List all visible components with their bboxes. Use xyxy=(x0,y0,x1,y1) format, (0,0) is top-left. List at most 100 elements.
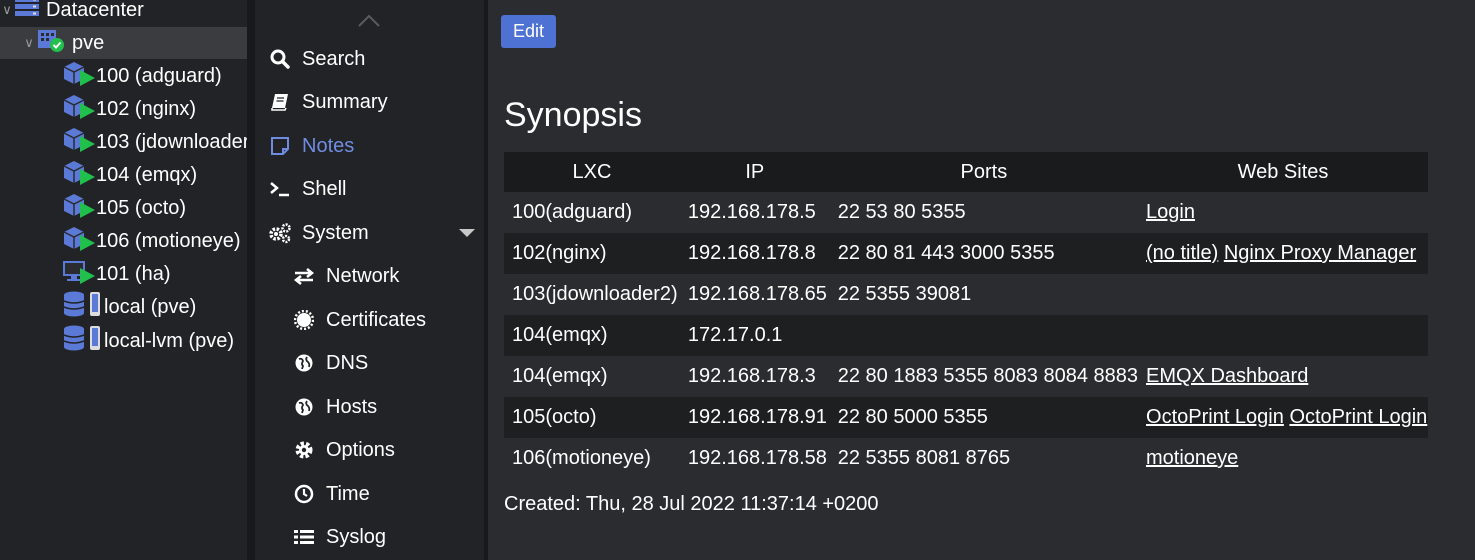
nav-label: Options xyxy=(326,438,395,461)
caret-down-icon[interactable] xyxy=(459,229,475,237)
nav-item-summary[interactable]: Summary xyxy=(255,84,497,120)
tree-item-guest[interactable]: 102 (nginx) xyxy=(0,93,247,125)
tree-label: 102 (nginx) xyxy=(96,97,197,120)
cell-ip: 192.168.178.5 xyxy=(679,192,830,233)
nav-label: Certificates xyxy=(326,308,427,331)
nav-item-system[interactable]: System xyxy=(255,215,497,251)
cell-web-sites xyxy=(1138,315,1428,356)
lxc-running-icon xyxy=(62,93,96,125)
web-site-link[interactable]: motioneye xyxy=(1146,447,1238,469)
tree-item-guest[interactable]: 101 (ha) xyxy=(0,258,247,290)
tree-item-storage[interactable]: local (pve) xyxy=(0,291,247,323)
chevron-down-icon[interactable]: ∨ xyxy=(22,35,36,51)
cell-ports xyxy=(829,315,1139,356)
table-row: 104(emqx) 192.168.178.3 22 80 1883 5355 … xyxy=(504,356,1428,397)
cell-ip: 172.17.0.1 xyxy=(679,315,830,356)
tree-item-guest[interactable]: 104 (emqx) xyxy=(0,159,247,191)
column-header-web-sites: Web Sites xyxy=(1138,152,1428,192)
cell-web-sites xyxy=(1138,274,1428,315)
tree-label: 100 (adguard) xyxy=(96,64,222,87)
column-header-lxc: LXC xyxy=(504,152,680,192)
cell-lxc: 104(emqx) xyxy=(504,315,680,356)
lxc-running-icon xyxy=(62,159,96,191)
table-row: 106(motioneye) 192.168.178.58 22 5355 80… xyxy=(504,438,1428,479)
web-site-link[interactable]: Nginx Proxy Manager xyxy=(1224,242,1416,264)
list-icon xyxy=(292,528,316,546)
lxc-running-icon xyxy=(62,192,96,224)
cell-lxc: 105(octo) xyxy=(504,397,680,438)
resource-tree: ∨ Datacenter ∨ pve 100 (adguard) 102 (ng… xyxy=(0,0,247,560)
nav-item-certificates[interactable]: Certificates xyxy=(255,302,521,338)
web-site-link[interactable]: Login xyxy=(1146,201,1195,223)
cell-ports: 22 80 81 443 3000 5355 xyxy=(829,233,1139,274)
cell-ports: 22 5355 39081 xyxy=(829,274,1139,315)
cell-ip: 192.168.178.65 xyxy=(679,274,830,315)
tree-item-guest[interactable]: 100 (adguard) xyxy=(0,60,247,92)
column-header-ports: Ports xyxy=(829,152,1139,192)
notes-content: Edit Synopsis LXC IP Ports Web Sites 100… xyxy=(488,0,1475,560)
nav-item-search[interactable]: Search xyxy=(255,41,497,77)
web-site-link[interactable]: OctoPrint Login xyxy=(1146,406,1284,428)
web-site-link[interactable]: EMQX Dashboard xyxy=(1146,365,1308,387)
nav-item-syslog[interactable]: Syslog xyxy=(255,519,521,555)
nav-item-notes[interactable]: Notes xyxy=(255,128,497,164)
cell-web-sites: (no title) Nginx Proxy Manager xyxy=(1138,233,1428,274)
nav-label: Search xyxy=(302,47,366,70)
nav-item-hosts[interactable]: Hosts xyxy=(255,389,521,425)
tree-label: local-lvm (pve) xyxy=(104,329,235,352)
note-icon xyxy=(268,136,292,156)
nav-item-network[interactable]: Network xyxy=(255,258,521,294)
scroll-up-icon[interactable] xyxy=(357,12,381,28)
table-header-row: LXC IP Ports Web Sites xyxy=(504,152,1428,192)
tree-item-guest[interactable]: 103 (jdownloader2) xyxy=(0,126,247,158)
edit-button[interactable]: Edit xyxy=(501,15,556,48)
tree-item-storage[interactable]: local-lvm (pve) xyxy=(0,325,247,357)
nav-label: Notes xyxy=(302,134,355,157)
tree-item-node-pve[interactable]: ∨ pve xyxy=(0,27,247,59)
tree-label: 103 (jdownloader2) xyxy=(96,130,247,153)
node-online-icon xyxy=(36,27,66,59)
nav-label: Summary xyxy=(302,90,388,113)
tree-label: 105 (octo) xyxy=(96,196,187,219)
nav-item-shell[interactable]: Shell xyxy=(255,171,497,207)
certificate-icon xyxy=(292,310,316,330)
cell-lxc: 106(motioneye) xyxy=(504,438,680,479)
nav-label: Hosts xyxy=(326,395,378,418)
nav-label: System xyxy=(302,221,369,244)
web-site-link[interactable]: OctoPrint Login xyxy=(1289,406,1427,428)
notes-heading: Synopsis xyxy=(504,96,642,134)
lxc-running-icon xyxy=(62,126,96,158)
nav-label: Network xyxy=(326,264,400,287)
tree-item-datacenter[interactable]: ∨ Datacenter xyxy=(0,0,247,26)
lxc-running-icon xyxy=(62,60,96,92)
nav-item-options[interactable]: Options xyxy=(255,432,521,468)
tree-item-guest[interactable]: 105 (octo) xyxy=(0,192,247,224)
book-icon xyxy=(268,92,292,112)
search-icon xyxy=(268,49,292,69)
nav-item-time[interactable]: Time xyxy=(255,476,521,512)
tree-label: 101 (ha) xyxy=(96,262,171,285)
nav-item-dns[interactable]: DNS xyxy=(255,345,521,381)
cell-ip: 192.168.178.3 xyxy=(679,356,830,397)
table-row: 102(nginx) 192.168.178.8 22 80 81 443 30… xyxy=(504,233,1428,274)
cell-lxc: 104(emqx) xyxy=(504,356,680,397)
chevron-down-icon[interactable]: ∨ xyxy=(0,2,14,18)
splitter[interactable] xyxy=(247,0,255,560)
gear-icon xyxy=(292,440,316,460)
table-row: 103(jdownloader2) 192.168.178.65 22 5355… xyxy=(504,274,1428,315)
cell-ports: 22 53 80 5355 xyxy=(829,192,1139,233)
cell-ip: 192.168.178.8 xyxy=(679,233,830,274)
synopsis-table: LXC IP Ports Web Sites 100(adguard) 192.… xyxy=(504,152,1428,479)
created-timestamp: Created: Thu, 28 Jul 2022 11:37:14 +0200 xyxy=(504,493,879,515)
nav-label: Syslog xyxy=(326,525,387,548)
nav-label: DNS xyxy=(326,351,369,374)
table-row: 100(adguard) 192.168.178.5 22 53 80 5355… xyxy=(504,192,1428,233)
table-row: 105(octo) 192.168.178.91 22 80 5000 5355… xyxy=(504,397,1428,438)
cell-ports: 22 80 1883 5355 8083 8084 8883 xyxy=(829,356,1139,397)
exchange-icon xyxy=(292,267,316,285)
tree-item-guest[interactable]: 106 (motioneye) xyxy=(0,225,247,257)
node-nav-panel: Search Summary Notes Shell System Networ… xyxy=(255,0,484,560)
clock-icon xyxy=(292,484,316,504)
nav-label: Time xyxy=(326,482,370,505)
web-site-link[interactable]: (no title) xyxy=(1146,242,1218,264)
